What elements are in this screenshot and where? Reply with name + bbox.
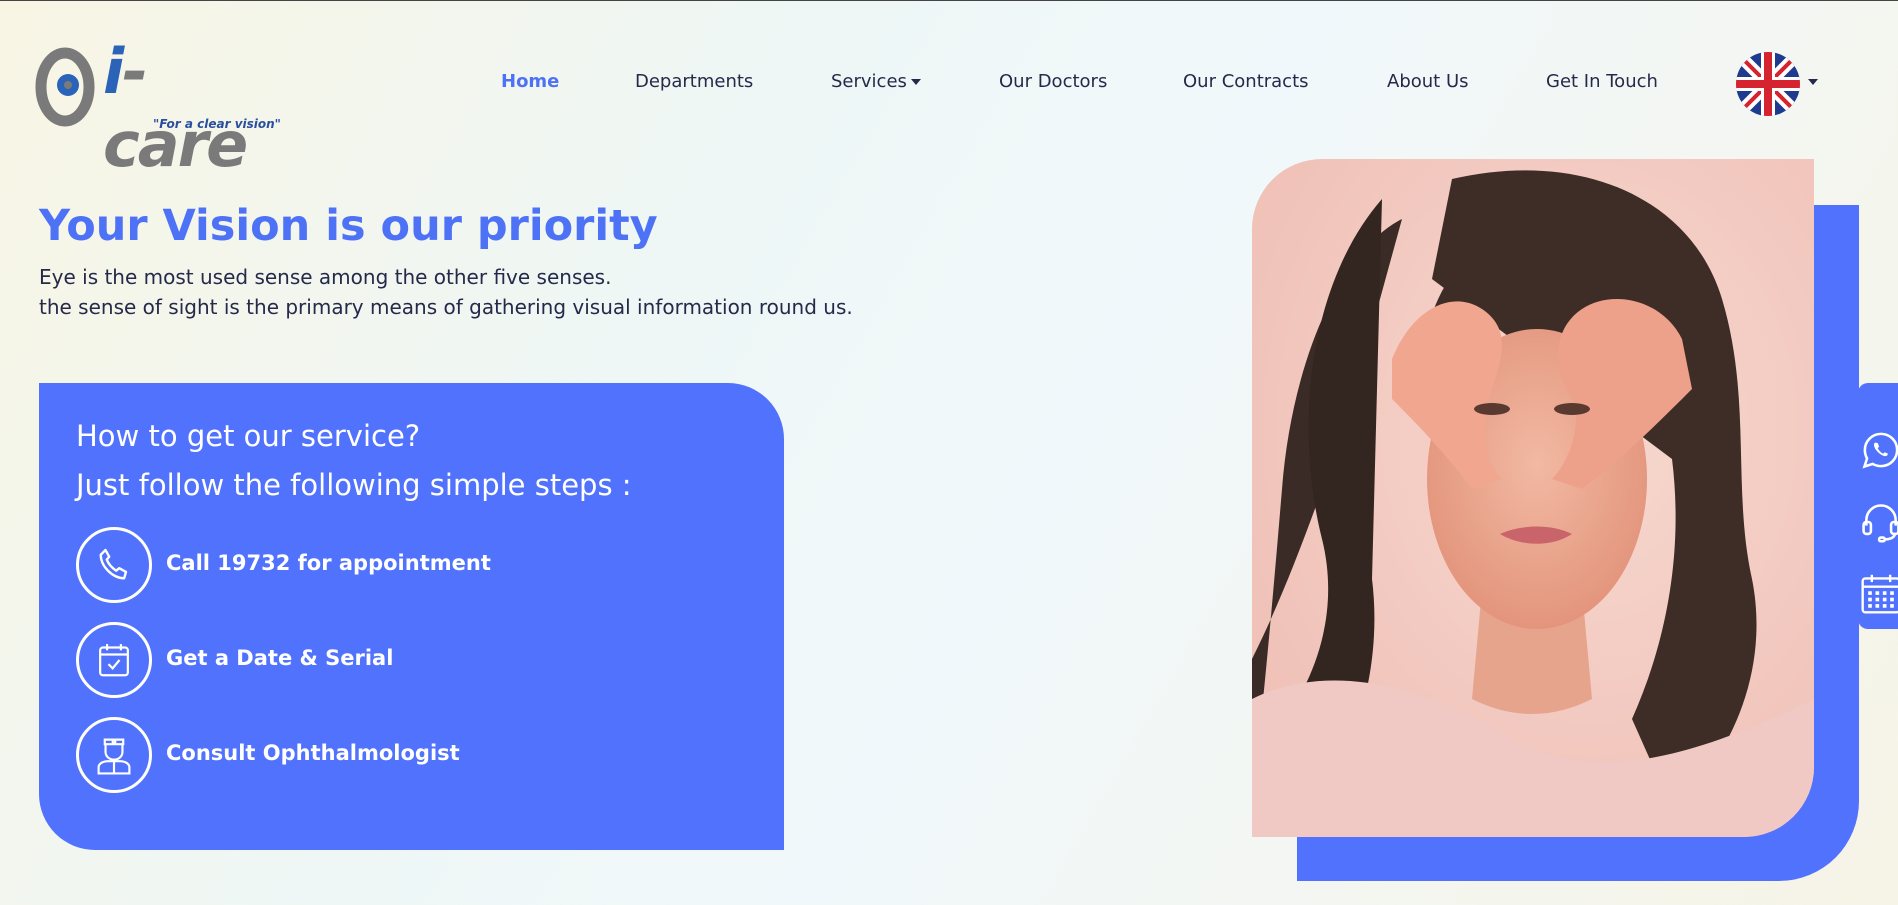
logo-wordmark: i-care [103, 35, 248, 181]
eye-logo-icon [35, 47, 95, 127]
headset-icon[interactable] [1858, 499, 1898, 545]
nav-services-label: Services [831, 71, 907, 92]
calendar-icon[interactable] [1858, 571, 1898, 617]
steps-card: How to get our service? Just follow the … [39, 383, 784, 850]
nav-home[interactable]: Home [501, 71, 559, 92]
hero-title: Your Vision is our priority [39, 201, 658, 251]
chevron-down-icon [910, 79, 921, 85]
step-date: Get a Date & Serial [76, 622, 676, 698]
nav-our-contracts[interactable]: Our Contracts [1183, 71, 1309, 92]
language-switcher[interactable] [1736, 52, 1800, 116]
floating-contact-panel [1858, 383, 1898, 629]
language-chevron-down-icon[interactable] [1808, 79, 1818, 85]
calendar-check-icon [76, 622, 152, 698]
step-consult-label: Consult Ophthalmologist [166, 741, 460, 765]
uk-flag-icon [1736, 52, 1800, 116]
step-date-label: Get a Date & Serial [166, 646, 394, 670]
step-call: Call 19732 for appointment [76, 527, 676, 603]
step-consult: Consult Ophthalmologist [76, 717, 676, 793]
woman-heart-hands-image [1252, 170, 1814, 837]
site-logo[interactable]: i-care "For a clear vision" [33, 35, 283, 181]
whatsapp-icon[interactable] [1858, 427, 1898, 473]
nav-our-doctors[interactable]: Our Doctors [999, 71, 1107, 92]
step-call-label: Call 19732 for appointment [166, 551, 491, 575]
nav-departments[interactable]: Departments [635, 71, 753, 92]
hero-photo [1252, 159, 1814, 837]
steps-heading: How to get our service? [76, 419, 421, 453]
hero-description-line1: Eye is the most used sense among the oth… [39, 265, 612, 289]
steps-subheading: Just follow the following simple steps : [76, 468, 632, 502]
nav-services[interactable]: Services [831, 71, 921, 92]
nav-about-us[interactable]: About Us [1387, 71, 1469, 92]
logo-tagline: "For a clear vision" [153, 117, 281, 131]
doctor-icon [76, 717, 152, 793]
hero-description-line2: the sense of sight is the primary means … [39, 295, 853, 319]
phone-icon [76, 527, 152, 603]
nav-get-in-touch[interactable]: Get In Touch [1546, 71, 1658, 92]
